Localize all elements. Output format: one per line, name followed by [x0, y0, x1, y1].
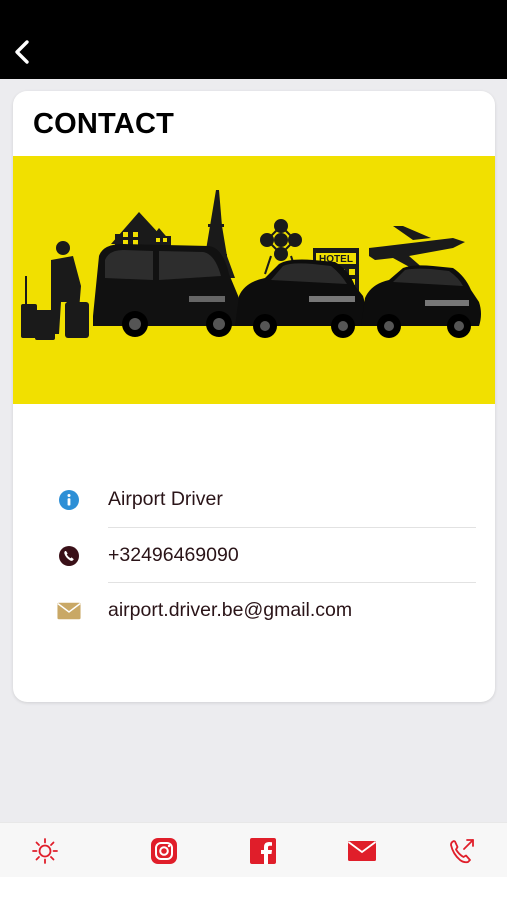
- bottom-tab-bar: [0, 822, 507, 877]
- info-icon: [57, 488, 81, 512]
- sun-icon: [32, 838, 58, 864]
- contact-card: CONTACT HOTEL Airport Driver +3249646909…: [13, 91, 495, 702]
- mail-icon: [347, 841, 377, 861]
- contact-row-phone[interactable]: +32496469090: [13, 528, 495, 583]
- home-indicator-area: [0, 877, 507, 900]
- contact-row-name[interactable]: Airport Driver: [13, 472, 495, 527]
- tab-mail[interactable]: [346, 835, 378, 867]
- tab-facebook[interactable]: [247, 835, 279, 867]
- contact-row-email[interactable]: airport.driver.be@gmail.com: [13, 583, 495, 638]
- contact-email-text: airport.driver.be@gmail.com: [108, 599, 353, 621]
- contact-name-text: Airport Driver: [108, 488, 223, 510]
- mail-icon: [57, 599, 81, 623]
- banner-image: HOTEL: [13, 156, 495, 404]
- phone-icon: [57, 544, 81, 568]
- chevron-left-icon: [15, 40, 29, 64]
- facebook-icon: [250, 838, 276, 864]
- tab-instagram[interactable]: [148, 835, 180, 867]
- phone-call-icon: [450, 839, 474, 864]
- contact-phone-text: +32496469090: [108, 544, 239, 566]
- page-title: CONTACT: [33, 108, 175, 140]
- tab-home[interactable]: [29, 835, 61, 867]
- instagram-icon: [151, 838, 177, 864]
- banner-illustration: HOTEL: [21, 190, 481, 340]
- tab-call[interactable]: [446, 835, 478, 867]
- top-navigation-bar: [0, 0, 507, 79]
- back-button[interactable]: [8, 36, 36, 68]
